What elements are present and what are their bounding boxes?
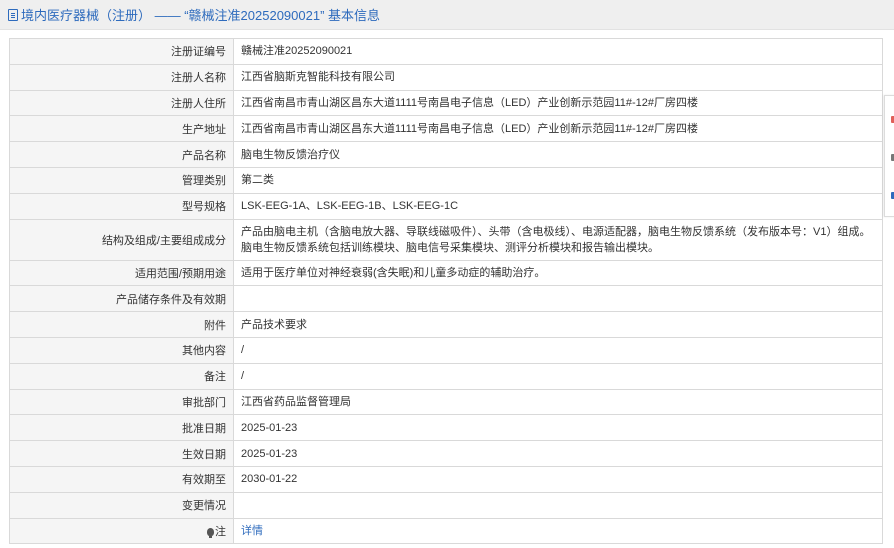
note-value-cell: 详情 [233,517,883,545]
table-row: 生效日期 2025-01-23 [9,440,883,467]
row-label: 注 [215,525,226,538]
row-value: 赣械注准20252090021 [233,38,883,65]
page-title: 境内医疗器械（注册） —— “赣械注准20252090021” 基本信息 [8,5,380,24]
row-value: 2025-01-23 [233,414,883,442]
lightbulb-icon [207,527,214,538]
table-row: 其他内容 / [9,336,883,364]
row-label: 有效期至 [9,465,234,493]
row-label: 其他内容 [9,336,234,364]
table-row: 注册人住所 江西省南昌市青山湖区昌东大道1111号南昌电子信息（LED）产业创新示… [9,89,883,117]
row-value: 2025-01-23 [233,440,883,467]
table-row: 附件 产品技术要求 [9,311,883,338]
row-value: 江西省南昌市青山湖区昌东大道1111号南昌电子信息（LED）产业创新示范园11#… [233,115,883,143]
row-label: 批准日期 [9,414,234,442]
table-row: 审批部门 江西省药品监督管理局 [9,388,883,416]
table-row: 型号规格 LSK-EEG-1A、LSK-EEG-1B、LSK-EEG-1C [9,192,883,220]
table-row: 注 详情 [9,517,883,545]
row-label: 结构及组成/主要组成成分 [9,218,234,261]
row-label: 变更情况 [9,491,234,519]
table-row: 注册人名称 江西省脑斯克智能科技有限公司 [9,63,883,91]
row-label: 生产地址 [9,115,234,143]
details-link[interactable]: 详情 [241,525,263,537]
row-label: 附件 [9,311,234,338]
table-row: 产品名称 脑电生物反馈治疗仪 [9,141,883,168]
row-value: / [233,362,883,390]
row-value: 2030-01-22 [233,465,883,493]
row-value [233,491,883,519]
info-table: 注册证编号 赣械注准20252090021 注册人名称 江西省脑斯克智能科技有限公司… [9,38,883,545]
row-value: / [233,336,883,364]
table-row: 适用范围/预期用途 适用于医疗单位对神经衰弱(含失眠)和儿童多动症的辅助治疗。 [9,259,883,287]
row-label: 型号规格 [9,192,234,220]
row-label: 产品名称 [9,141,234,168]
table-row: 备注 / [9,362,883,390]
page-title-text: 境内医疗器械（注册） —— “赣械注准20252090021” 基本信息 [21,8,381,23]
row-value: LSK-EEG-1A、LSK-EEG-1B、LSK-EEG-1C [233,192,883,220]
row-value: 江西省脑斯克智能科技有限公司 [233,63,883,91]
row-value [233,285,883,313]
row-label: 产品储存条件及有效期 [9,285,234,313]
table-row: 生产地址 江西省南昌市青山湖区昌东大道1111号南昌电子信息（LED）产业创新示范… [9,115,883,143]
header-bar: 境内医疗器械（注册） —— “赣械注准20252090021” 基本信息 [0,0,894,30]
row-label: 生效日期 [9,440,234,467]
row-value: 产品技术要求 [233,311,883,338]
row-value: 适用于医疗单位对神经衰弱(含失眠)和儿童多动症的辅助治疗。 [233,259,883,287]
row-value: 江西省药品监督管理局 [233,388,883,416]
side-toolbar[interactable] [884,95,894,217]
row-label: 备注 [9,362,234,390]
table-row: 结构及组成/主要组成成分 产品由脑电主机（含脑电放大器、导联线磁吸件）、头带（含电… [9,218,883,261]
note-label-cell: 注 [9,517,234,545]
row-label: 适用范围/预期用途 [9,259,234,287]
row-label: 注册人住所 [9,89,234,117]
row-value: 江西省南昌市青山湖区昌东大道1111号南昌电子信息（LED）产业创新示范园11#… [233,89,883,117]
table-row: 注册证编号 赣械注准20252090021 [9,38,883,65]
table-row: 产品储存条件及有效期 [9,285,883,313]
table-row: 管理类别 第二类 [9,166,883,194]
row-value: 产品由脑电主机（含脑电放大器、导联线磁吸件）、头带（含电极线）、电源适配器，脑电… [233,218,883,261]
row-label: 注册人名称 [9,63,234,91]
document-icon [8,8,18,21]
table-row: 批准日期 2025-01-23 [9,414,883,442]
row-label: 审批部门 [9,388,234,416]
row-label: 注册证编号 [9,38,234,65]
table-row: 变更情况 [9,491,883,519]
row-value: 第二类 [233,166,883,194]
row-label: 管理类别 [9,166,234,194]
row-value: 脑电生物反馈治疗仪 [233,141,883,168]
table-row: 有效期至 2030-01-22 [9,465,883,493]
